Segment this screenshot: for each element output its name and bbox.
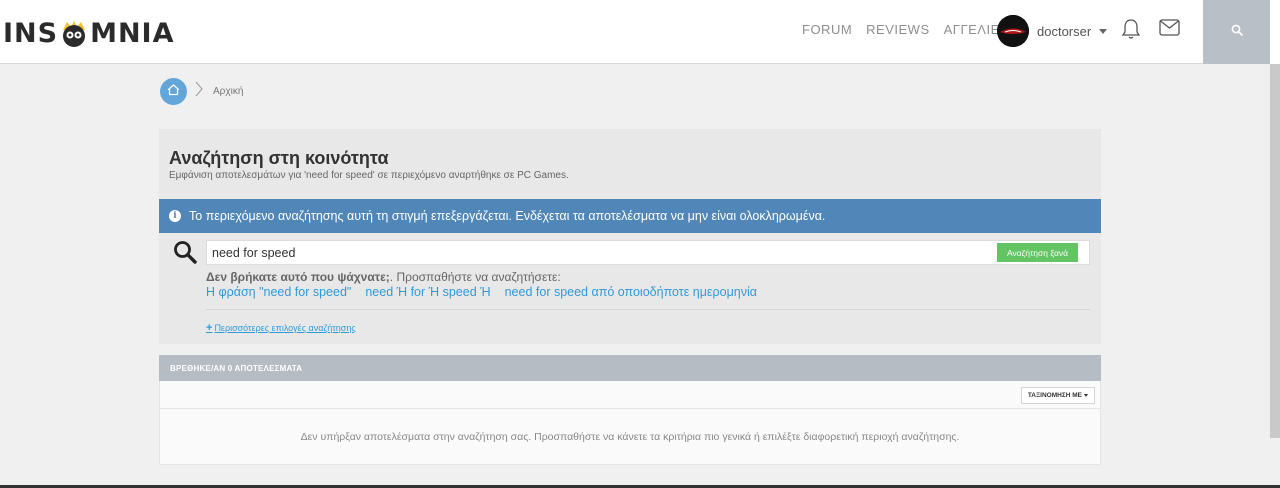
suggestion-exact-phrase[interactable]: Η φράση "need for speed" <box>206 285 351 299</box>
main-nav: FORUM REVIEWS ΑΓΓΕΛΙΕΣ <box>802 22 1008 37</box>
not-found-bold: Δεν βρήκατε αυτό που ψάχνατε; <box>206 270 390 284</box>
more-options-label: Περισσότερες επιλογές αναζήτησης <box>214 323 356 333</box>
plus-icon: + <box>206 322 213 334</box>
no-results-message: Δεν υπήρξαν αποτελέσματα στην αναζήτηση … <box>300 431 960 443</box>
chevron-right-icon <box>195 81 203 102</box>
search-panel: Αναζήτηση στη κοινότητα Εμφάνιση αποτελε… <box>159 129 1101 344</box>
username[interactable]: doctorser <box>1037 24 1091 39</box>
site-logo[interactable]: INS MNIA <box>3 17 175 49</box>
nav-forum[interactable]: FORUM <box>802 22 852 37</box>
search-icon <box>1231 23 1243 41</box>
logo-owl-icon <box>59 18 89 48</box>
divider <box>160 408 1100 409</box>
breadcrumb: Αρχική <box>160 78 243 105</box>
search-input[interactable] <box>212 241 1002 264</box>
not-found-rest: . Προσπαθήστε να αναζητήσετε: <box>389 270 561 284</box>
not-found-text: Δεν βρήκατε αυτό που ψάχνατε;. Προσπαθήσ… <box>206 270 561 284</box>
scrollbar[interactable] <box>1270 64 1280 438</box>
scrollbar-track-top <box>1270 0 1280 64</box>
page-title: Αναζήτηση στη κοινότητα <box>169 148 389 168</box>
avatar[interactable] <box>997 15 1029 47</box>
info-icon: i <box>169 210 181 222</box>
logo-text-right: MNIA <box>90 17 175 49</box>
results-body: ΤΑΞΙΝΟΜΗΣΗ ΜΕ Δεν υπήρξαν αποτελέσματα σ… <box>159 381 1101 465</box>
more-search-options-link[interactable]: + Περισσότερες επιλογές αναζήτησης <box>206 322 356 334</box>
search-again-button[interactable]: Αναζήτηση ξανά <box>997 243 1078 262</box>
nav-reviews[interactable]: REVIEWS <box>866 22 929 37</box>
sort-by-label: ΤΑΞΙΝΟΜΗΣΗ ΜΕ <box>1027 392 1082 399</box>
suggestion-any-word[interactable]: need Ή for Ή speed Ή <box>365 285 490 299</box>
mail-icon[interactable] <box>1159 19 1180 41</box>
page-subtitle: Εμφάνιση αποτελεσμάτων για 'need for spe… <box>169 170 569 181</box>
chevron-down-icon[interactable] <box>1099 28 1108 34</box>
user-menu[interactable]: doctorser <box>997 15 1108 47</box>
results-header: ΒΡΕΘΗΚΕ/ΑΝ 0 ΑΠΟΤΕΛΕΣΜΑΤΑ <box>159 355 1101 381</box>
home-icon <box>167 83 180 101</box>
magnifier-icon <box>173 240 197 269</box>
sort-by-button[interactable]: ΤΑΞΙΝΟΜΗΣΗ ΜΕ <box>1020 387 1095 404</box>
suggestion-links: Η φράση "need for speed" need Ή for Ή sp… <box>206 285 757 299</box>
suggestion-any-date[interactable]: need for speed από οποιοδήποτε ημερομηνί… <box>505 285 757 299</box>
breadcrumb-current[interactable]: Αρχική <box>213 86 243 97</box>
logo-text-left: INS <box>3 17 59 49</box>
chevron-down-icon <box>1084 394 1088 397</box>
divider <box>206 309 1090 310</box>
search-field: Αναζήτηση ξανά <box>206 240 1090 265</box>
processing-alert: i Το περιεχόμενο αναζήτησης αυτή τη στιγ… <box>159 199 1101 233</box>
home-button[interactable] <box>160 78 187 105</box>
site-header: INS MNIA FORUM REVIEWS ΑΓΓΕΛΙΕΣ doctorse… <box>0 0 1270 64</box>
bell-icon[interactable] <box>1121 18 1141 45</box>
header-search-button[interactable] <box>1203 0 1270 64</box>
alert-text: Το περιεχόμενο αναζήτησης αυτή τη στιγμή… <box>189 209 826 223</box>
